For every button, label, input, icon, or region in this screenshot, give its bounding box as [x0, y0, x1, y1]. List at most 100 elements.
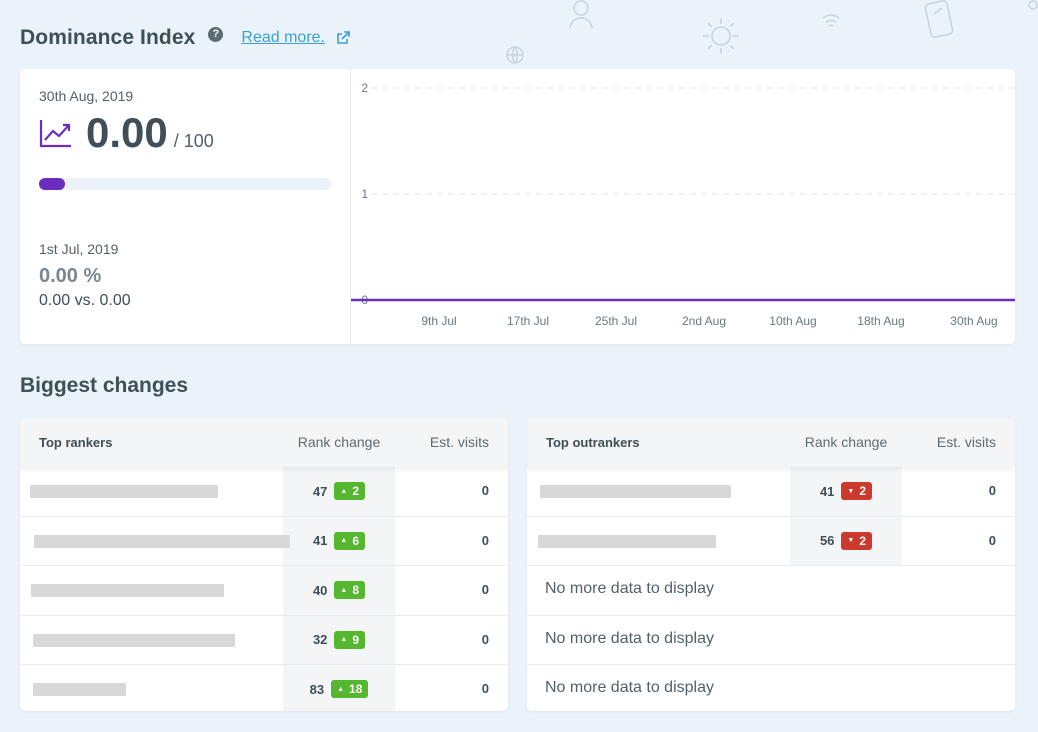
help-icon[interactable]: ?	[208, 26, 224, 42]
arrow-down-icon: ▼	[847, 487, 855, 495]
rank-value: 40	[312, 582, 328, 598]
est-visits-value: 0	[481, 582, 489, 597]
x-tick-label: 17th Jul	[507, 314, 549, 328]
x-tick-label: 10th Aug	[769, 314, 816, 328]
dominance-summary: 30th Aug, 2019 0.00 / 100 1st Jul, 2019 …	[20, 69, 351, 344]
arrow-down-icon: ▼	[847, 537, 855, 544]
rank-change-badge: ▲ 8	[334, 581, 366, 599]
rank-change-badge: ▲ 18	[331, 680, 369, 698]
top-rankers-rows: 47 ▲ 2 0 41 ▲ 6 0 40 ▲ 8 0 32 ▲ 9 0 83 ▲ 18 0	[20, 467, 508, 711]
rank-value: 56	[819, 533, 835, 548]
rank-change-badge: ▲ 9	[334, 630, 366, 649]
arrow-up-icon: ▲	[340, 586, 348, 594]
table-header: Top rankers Rank change Est. visits	[20, 418, 508, 467]
arrow-up-icon: ▲	[340, 487, 348, 495]
redacted-keyword	[538, 534, 716, 548]
rank-cell: 40 ▲ 8	[283, 566, 395, 614]
rank-cell: 56 ▼ 2	[790, 517, 902, 565]
table-row[interactable]: 56 ▼ 2 0	[527, 517, 1015, 566]
table-row[interactable]: 40 ▲ 8 0	[20, 566, 508, 616]
wifi-icon	[822, 14, 840, 27]
dominance-chart: 0129th Jul 17th Jul 25th Jul 2nd Aug 10th Au…	[351, 81, 1015, 328]
col-header-est-visits: Est. visits	[429, 434, 489, 450]
arrow-up-icon: ▲	[340, 537, 348, 544]
comparison-values: 0.00 vs. 0.00	[39, 292, 131, 309]
dominance-score: 0.00	[86, 109, 168, 156]
est-visits-value: 0	[988, 483, 996, 498]
est-visits-value: 0	[481, 483, 489, 498]
compare-date: 1st Jul, 2019	[39, 241, 119, 257]
no-data-message: No more data to display	[545, 629, 714, 647]
change-percent: 0.00 %	[39, 265, 102, 287]
dominance-header: Dominance Index ? Read more.	[20, 22, 350, 54]
rank-cell: 32 ▲ 9	[283, 616, 395, 664]
redacted-keyword	[31, 584, 224, 597]
page-title: Dominance Index	[20, 26, 196, 49]
read-more-link[interactable]: Read more.	[241, 29, 325, 47]
top-rankers-table: Top rankers Rank change Est. visits 47 ▲ 2…	[20, 418, 508, 711]
x-tick-label: 2nd Aug	[682, 314, 726, 328]
dominance-card: 30th Aug, 2019 0.00 / 100 1st Jul, 2019 …	[20, 69, 1015, 344]
table-row[interactable]: 32 ▲ 9 0	[20, 616, 508, 665]
trend-up-icon	[39, 120, 71, 148]
x-tick-label: 9th Jul	[421, 314, 456, 328]
external-link-icon[interactable]	[336, 31, 350, 45]
biggest-changes-title: Biggest changes	[20, 374, 189, 397]
sun-icon	[703, 18, 739, 54]
rank-change-badge: ▲ 2	[334, 482, 366, 500]
rank-change-value: 6	[352, 533, 360, 548]
score-progress-fill	[39, 178, 66, 190]
rank-change-value: 8	[352, 583, 360, 597]
rank-change-badge: ▲ 6	[334, 531, 366, 550]
phone-icon	[924, 0, 954, 38]
rank-change-value: 9	[352, 632, 360, 647]
rank-change-value: 18	[349, 682, 363, 696]
redacted-keyword	[30, 485, 218, 498]
person-icon	[569, 0, 593, 29]
table-row[interactable]: 83 ▲ 18 0	[20, 665, 508, 711]
empty-row: No more data to display	[527, 566, 1015, 616]
empty-row: No more data to display	[527, 616, 1015, 665]
arrow-up-icon: ▲	[337, 685, 345, 693]
x-tick-label: 25th Jul	[595, 314, 637, 328]
rank-cell: 83 ▲ 18	[283, 665, 395, 711]
settings-icon	[1028, 0, 1038, 10]
empty-row: No more data to display	[527, 665, 1015, 711]
rank-value: 32	[312, 632, 328, 647]
est-visits-value: 0	[481, 532, 489, 548]
col-header-est-visits: Est. visits	[936, 434, 996, 450]
top-outrankers-rows: 41 ▼ 2 0 56 ▼ 2 0 No more data to display No more…	[527, 467, 1015, 711]
y-tick-label: 1	[361, 187, 368, 201]
redacted-keyword	[33, 633, 235, 647]
col-header-top-outrankers: Top outrankers	[546, 435, 640, 450]
redacted-keyword	[34, 534, 290, 548]
col-header-rank-change: Rank change	[804, 434, 888, 450]
rank-cell: 41 ▲ 6	[283, 517, 395, 565]
no-data-message: No more data to display	[545, 679, 714, 696]
rank-value: 41	[312, 533, 328, 548]
redacted-keyword	[33, 683, 126, 696]
rank-change-badge: ▼ 2	[841, 482, 873, 500]
arrow-up-icon: ▲	[340, 636, 348, 643]
rank-value: 41	[819, 483, 835, 499]
redacted-keyword	[540, 485, 731, 498]
table-row[interactable]: 41 ▼ 2 0	[527, 467, 1015, 517]
top-outrankers-table: Top outrankers Rank change Est. visits 4…	[527, 418, 1015, 711]
col-header-top-rankers: Top rankers	[39, 435, 113, 450]
rank-change-value: 2	[352, 484, 360, 498]
x-tick-label: 30th Aug	[950, 314, 997, 328]
score-progress-bar	[39, 178, 331, 190]
col-header-rank-change: Rank change	[297, 434, 381, 450]
table-row[interactable]: 41 ▲ 6 0	[20, 517, 508, 566]
score-max: / 100	[173, 131, 214, 151]
table-header: Top outrankers Rank change Est. visits	[527, 418, 1015, 467]
globe-icon	[506, 46, 524, 64]
est-visits-value: 0	[481, 631, 489, 647]
rank-value: 83	[309, 681, 325, 697]
current-date: 30th Aug, 2019	[39, 88, 134, 104]
no-data-message: No more data to display	[545, 580, 714, 597]
x-tick-label: 18th Aug	[857, 314, 904, 328]
table-row[interactable]: 47 ▲ 2 0	[20, 467, 508, 517]
est-visits-value: 0	[481, 681, 489, 696]
score-row: 0.00 / 100	[39, 109, 214, 157]
